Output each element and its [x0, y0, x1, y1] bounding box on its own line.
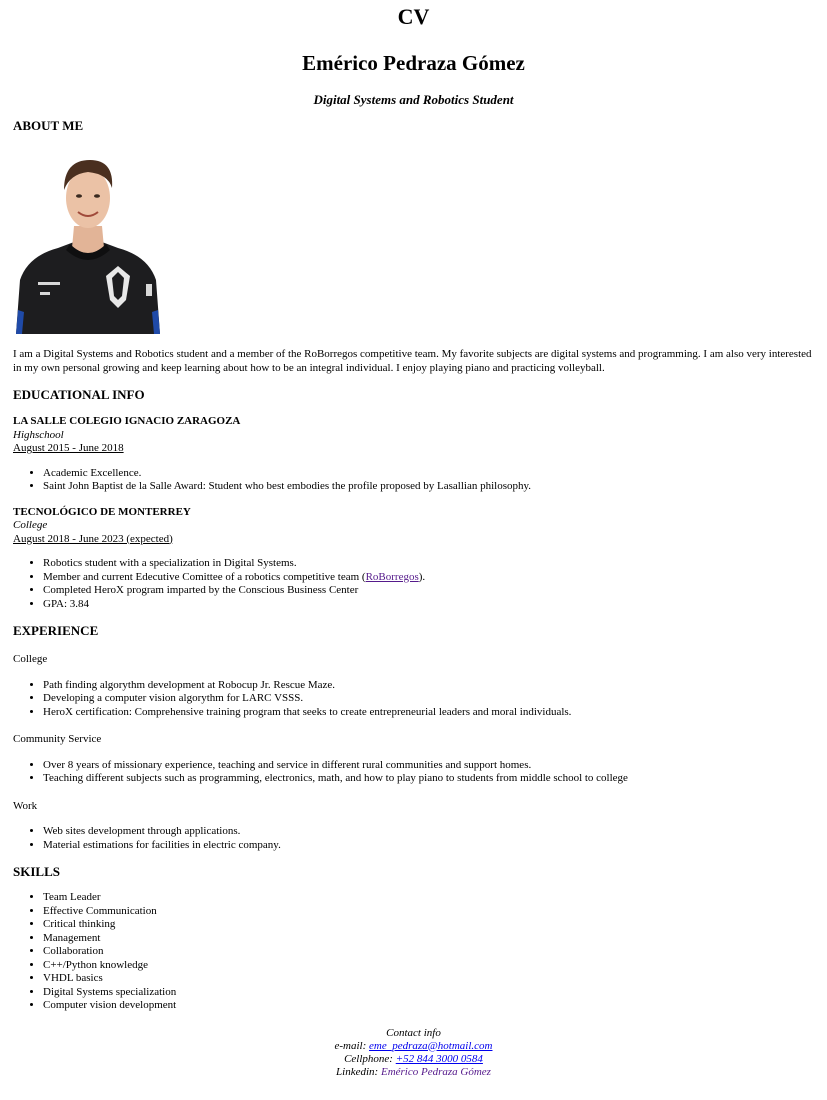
list-item: Developing a computer vision algorythm f… — [43, 692, 814, 706]
cv-page: CV Emérico Pedraza Gómez Digital Systems… — [0, 4, 827, 1079]
school-dates: August 2018 - June 2023 (expected) — [13, 532, 173, 545]
about-text: I am a Digital Systems and Robotics stud… — [13, 348, 812, 374]
experience-list: Over 8 years of missionary experience, t… — [13, 759, 814, 786]
education-heading: EDUCATIONAL INFO — [13, 387, 145, 402]
list-item: Digital Systems specialization — [43, 986, 814, 1000]
list-item: Collaboration — [43, 945, 814, 959]
person-name: Emérico Pedraza Gómez — [302, 51, 525, 75]
list-item: Teaching different subjects such as prog… — [43, 772, 814, 786]
skills-heading: SKILLS — [13, 864, 60, 879]
list-item: C++/Python knowledge — [43, 959, 814, 973]
experience-group: Community Service Over 8 years of missio… — [13, 733, 814, 786]
list-item: Over 8 years of missionary experience, t… — [43, 759, 814, 773]
list-item-text: Member and current Edecutive Comittee of… — [43, 570, 366, 583]
cv-title: CV — [397, 4, 430, 29]
profile-photo — [14, 150, 162, 334]
list-item: Material estimations for facilities in e… — [43, 839, 814, 853]
experience-list: Path finding algorythm development at Ro… — [13, 679, 814, 720]
contact-footer: Contact info e-mail: eme_pedraza@hotmail… — [13, 1027, 814, 1079]
contact-title: Contact info — [386, 1026, 441, 1039]
experience-group: Work Web sites development through appli… — [13, 800, 814, 853]
list-item: GPA: 3.84 — [43, 598, 814, 612]
list-item: Web sites development through applicatio… — [43, 825, 814, 839]
list-item: Robotics student with a specialization i… — [43, 557, 814, 571]
school-dates: August 2015 - June 2018 — [13, 442, 124, 454]
list-item: Management — [43, 932, 814, 946]
school-level: Highschool — [13, 428, 64, 441]
list-item: HeroX certification: Comprehensive train… — [43, 706, 814, 720]
list-item: Completed HeroX program imparted by the … — [43, 584, 814, 598]
school-achievements: Robotics student with a specialization i… — [13, 557, 814, 611]
list-item: Critical thinking — [43, 918, 814, 932]
list-item: Path finding algorythm development at Ro… — [43, 679, 814, 693]
list-item-suffix: ). — [418, 570, 426, 583]
school-name: TECNOLÓGICO DE MONTERREY — [13, 505, 191, 518]
experience-group: College Path finding algorythm developme… — [13, 653, 814, 719]
roborregos-link[interactable]: RoBorregos — [366, 571, 419, 583]
phone-label: Cellphone: — [344, 1052, 396, 1065]
email-label: e-mail: — [334, 1039, 370, 1052]
linkedin-label: Linkedin: — [336, 1065, 381, 1078]
contact-linkedin-row: Linkedin: Emérico Pedraza Gómez — [13, 1066, 814, 1079]
school-level: College — [13, 519, 48, 531]
experience-group-label: Work — [13, 799, 38, 812]
about-heading: ABOUT ME — [13, 118, 84, 133]
contact-phone-row: Cellphone: +52 844 3000 0584 — [13, 1053, 814, 1066]
list-item: Team Leader — [43, 891, 814, 905]
experience-heading: EXPERIENCE — [13, 623, 99, 638]
skills-list: Team Leader Effective Communication Crit… — [13, 891, 814, 1013]
experience-list: Web sites development through applicatio… — [13, 825, 814, 852]
experience-group-label: Community Service — [13, 733, 102, 745]
school-achievements: Academic Excellence. Saint John Baptist … — [13, 467, 814, 494]
list-item: Saint John Baptist de la Salle Award: St… — [43, 480, 814, 494]
school-entry: TECNOLÓGICO DE MONTERREY College August … — [13, 506, 814, 612]
list-item: Computer vision development — [43, 999, 814, 1013]
contact-email-row: e-mail: eme_pedraza@hotmail.com — [13, 1040, 814, 1053]
list-item: Effective Communication — [43, 905, 814, 919]
person-subtitle: Digital Systems and Robotics Student — [313, 92, 514, 107]
experience-group-label: College — [13, 653, 48, 665]
list-item: Academic Excellence. — [43, 467, 814, 481]
linkedin-link[interactable]: Emérico Pedraza Gómez — [381, 1066, 491, 1078]
school-entry: LA SALLE COLEGIO IGNACIO ZARAGOZA Highsc… — [13, 415, 814, 494]
school-name: LA SALLE COLEGIO IGNACIO ZARAGOZA — [13, 415, 241, 427]
list-item: Member and current Edecutive Comittee of… — [43, 571, 814, 585]
email-link[interactable]: eme_pedraza@hotmail.com — [369, 1040, 492, 1052]
phone-link[interactable]: +52 844 3000 0584 — [396, 1053, 483, 1065]
list-item: VHDL basics — [43, 972, 814, 986]
